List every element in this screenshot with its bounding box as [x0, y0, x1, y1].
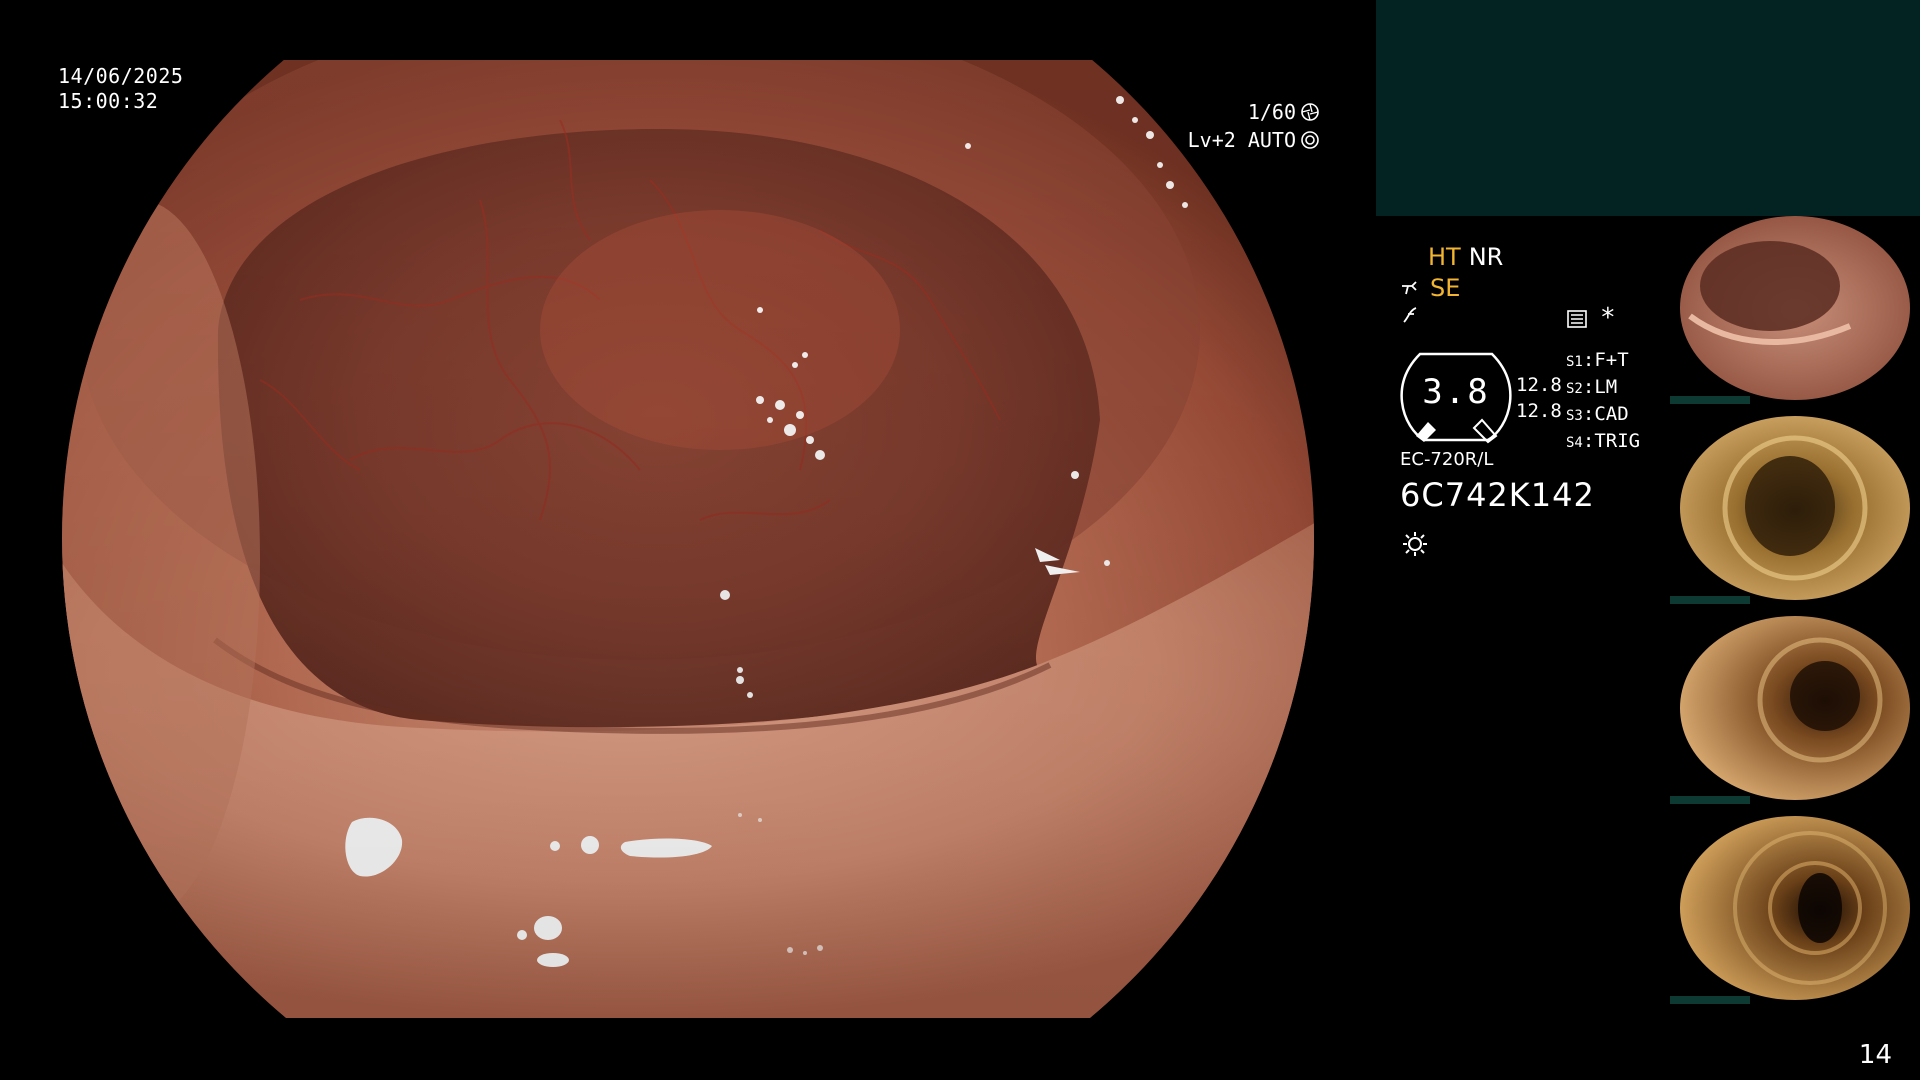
mode-indicators: HT NR SE [1400, 242, 1503, 326]
thumbnail-4[interactable] [1670, 816, 1920, 1004]
exposure-info: 1/60 Lv+2 AUTO [1160, 98, 1320, 154]
thumbnail-2[interactable] [1670, 416, 1920, 604]
datetime: 14/06/2025 15:00:32 [58, 64, 183, 114]
auto-iris-icon [1301, 131, 1319, 149]
time-label: 15:00:32 [58, 89, 159, 113]
thumbnail-3[interactable] [1670, 616, 1920, 804]
setting-s3: S3:CAD [1566, 403, 1629, 425]
setting-s2: S2:LM [1566, 376, 1618, 398]
endoscopic-image [62, 60, 1314, 1018]
setting-s4: S4:TRIG [1566, 430, 1641, 452]
mode-ht: HT [1428, 243, 1461, 271]
shutter-speed: 1/60 [1247, 100, 1296, 124]
setting-s1: S1:F+T [1566, 349, 1629, 371]
scope-icon [1402, 280, 1417, 294]
reading-2: 12.8 [1516, 400, 1562, 422]
reading-1: 12.8 [1516, 374, 1562, 396]
page-number: 14 [1858, 1040, 1892, 1070]
scope-settings: S1:F+T S2:LM S3:CAD S4:TRIG [1566, 348, 1640, 456]
asterisk-icon: * [1600, 303, 1616, 333]
shutter-icon [1301, 103, 1319, 121]
scope-serial: 6C742K142 [1400, 476, 1595, 514]
thumbnail-1[interactable] [1670, 216, 1920, 404]
light-level: Lv+2 AUTO [1187, 128, 1296, 152]
gauge-value: 3.8 [1422, 372, 1490, 412]
readings: 12.8 12.8 [1516, 372, 1562, 424]
structure-icon [1403, 307, 1417, 323]
mode-nr: NR [1468, 243, 1504, 271]
scope-model: EC-720R/L [1400, 449, 1494, 470]
info-panel-header [1376, 0, 1920, 216]
date-label: 14/06/2025 [58, 64, 184, 88]
mode-se: SE [1430, 274, 1461, 302]
keyboard-icon [1567, 310, 1587, 328]
sun-icon [1403, 532, 1427, 556]
